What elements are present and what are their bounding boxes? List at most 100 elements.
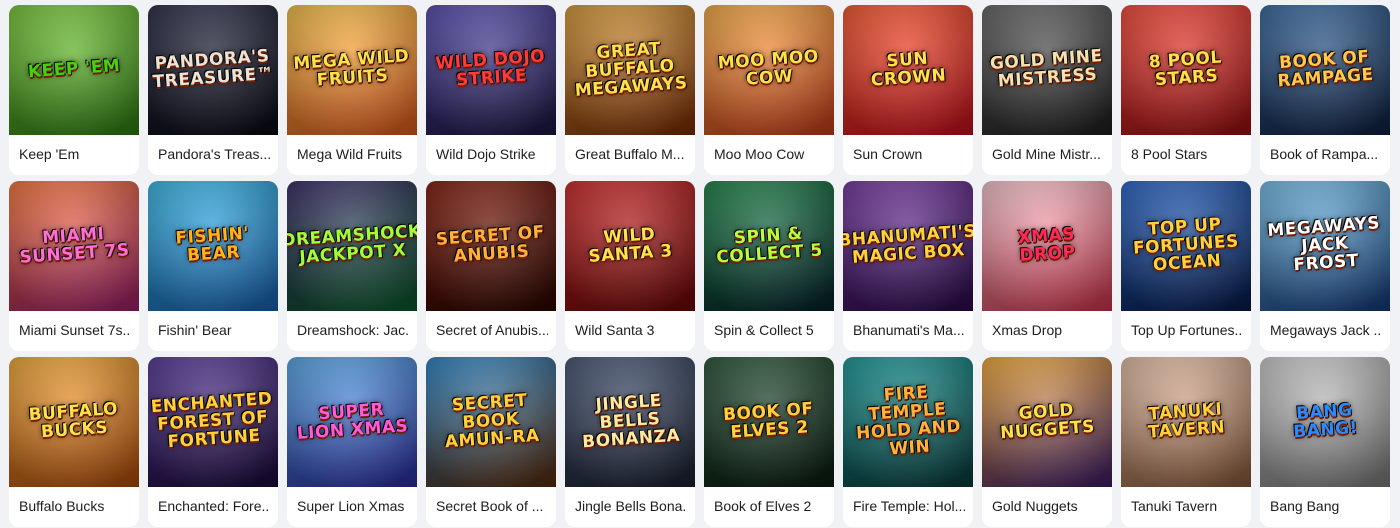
game-thumbnail[interactable]: GREAT BUFFALO MEGAWAYS [565,5,695,135]
game-thumbnail[interactable]: GOLD NUGGETS [982,357,1112,487]
game-logo: XMAS DROP [1016,224,1077,266]
game-card[interactable]: FISHIN' BEAR Fishin' Bear [148,181,278,351]
game-thumbnail[interactable]: SPIN & COLLECT 5 [704,181,834,311]
game-title[interactable]: Wild Santa 3 [575,322,687,338]
game-logo: SECRET BOOK AMUN-RA [444,390,541,453]
game-card[interactable]: KEEP 'EM Keep 'Em [9,5,139,175]
game-thumbnail[interactable]: GOLD MINE MISTRESS [982,5,1112,135]
game-card[interactable]: SUPER LION XMAS Super Lion Xmas [287,357,417,527]
game-thumbnail[interactable]: SUPER LION XMAS [287,357,417,487]
game-thumbnail[interactable]: JINGLE BELLS BONANZA [565,357,695,487]
game-card[interactable]: ENCHANTED FOREST OF FORTUNE Enchanted: Fo… [148,357,278,527]
game-card[interactable]: GREAT BUFFALO MEGAWAYS Great Buffalo M... [565,5,695,175]
game-logo: MEGA WILD FRUITS [292,46,410,91]
game-thumbnail[interactable]: TOP UP FORTUNES OCEAN [1121,181,1251,311]
game-card[interactable]: SECRET BOOK AMUN-RA Secret Book of ... [426,357,556,527]
game-thumbnail[interactable]: SUN CROWN [843,5,973,135]
game-title[interactable]: Book of Rampa... [1270,146,1382,162]
game-thumbnail[interactable]: XMAS DROP [982,181,1112,311]
game-title[interactable]: Bhanumati's Ma... [853,322,965,338]
game-card[interactable]: MEGAWAYS JACK FROST Megaways Jack ... [1260,181,1390,351]
game-card[interactable]: BOOK OF ELVES 2 Book of Elves 2 [704,357,834,527]
game-card[interactable]: BANG BANG! Bang Bang [1260,357,1390,527]
game-thumbnail[interactable]: MOO MOO COW [704,5,834,135]
game-thumbnail[interactable]: SECRET BOOK AMUN-RA [426,357,556,487]
game-logo: FIRE TEMPLE HOLD AND WIN [855,382,962,460]
game-title[interactable]: Pandora's Treas... [158,146,270,162]
game-title[interactable]: Xmas Drop [992,322,1104,338]
game-title[interactable]: Fire Temple: Hol... [853,498,965,514]
game-thumbnail[interactable]: BOOK OF ELVES 2 [704,357,834,487]
game-title[interactable]: Sun Crown [853,146,965,162]
game-card[interactable]: JINGLE BELLS BONANZA Jingle Bells Bona... [565,357,695,527]
game-card[interactable]: BHANUMATI'S MAGIC BOX Bhanumati's Ma... [843,181,973,351]
game-title[interactable]: Mega Wild Fruits [297,146,409,162]
game-card[interactable]: MIAMI SUNSET 7s Miami Sunset 7s... [9,181,139,351]
game-title[interactable]: Great Buffalo M... [575,146,687,162]
game-title[interactable]: Secret Book of ... [436,498,548,514]
game-title[interactable]: Buffalo Bucks [19,498,131,514]
game-card[interactable]: MEGA WILD FRUITS Mega Wild Fruits [287,5,417,175]
game-title[interactable]: Moo Moo Cow [714,146,826,162]
game-title[interactable]: Megaways Jack ... [1270,322,1382,338]
game-logo: WILD SANTA 3 [587,224,674,267]
game-card[interactable]: 8 POOL STARS 8 Pool Stars [1121,5,1251,175]
game-card[interactable]: WILD SANTA 3 Wild Santa 3 [565,181,695,351]
game-thumbnail[interactable]: SECRET OF ANUBIS [426,181,556,311]
game-card[interactable]: BOOK OF RAMPAGE Book of Rampa... [1260,5,1390,175]
game-card[interactable]: FIRE TEMPLE HOLD AND WIN Fire Temple: Hol… [843,357,973,527]
game-card[interactable]: SPIN & COLLECT 5 Spin & Collect 5 [704,181,834,351]
game-thumbnail[interactable]: WILD DOJO STRIKE [426,5,556,135]
game-thumbnail[interactable]: BHANUMATI'S MAGIC BOX [843,181,973,311]
game-thumbnail[interactable]: PANDORA'S TREASURE™ [148,5,278,135]
game-card[interactable]: GOLD NUGGETS Gold Nuggets [982,357,1112,527]
game-card[interactable]: SECRET OF ANUBIS Secret of Anubis... [426,181,556,351]
game-title[interactable]: Jingle Bells Bona... [575,498,687,514]
game-title[interactable]: Tanuki Tavern [1131,498,1243,514]
game-thumbnail[interactable]: FISHIN' BEAR [148,181,278,311]
game-thumbnail[interactable]: KEEP 'EM [9,5,139,135]
game-logo: BUFFALO BUCKS [28,399,119,443]
game-logo: MEGAWAYS JACK FROST [1266,213,1381,276]
game-thumbnail[interactable]: MIAMI SUNSET 7s [9,181,139,311]
game-thumbnail[interactable]: MEGAWAYS JACK FROST [1260,181,1390,311]
game-title[interactable]: Miami Sunset 7s... [19,322,131,338]
game-card[interactable]: GOLD MINE MISTRESS Gold Mine Mistr... [982,5,1112,175]
game-title[interactable]: Dreamshock: Jac... [297,322,409,338]
game-thumbnail[interactable]: TANUKI TAVERN [1121,357,1251,487]
game-logo: MOO MOO COW [717,46,820,90]
game-thumbnail[interactable]: MEGA WILD FRUITS [287,5,417,135]
game-title[interactable]: Book of Elves 2 [714,498,826,514]
game-thumbnail[interactable]: BOOK OF RAMPAGE [1260,5,1390,135]
game-card[interactable]: MOO MOO COW Moo Moo Cow [704,5,834,175]
game-title[interactable]: Wild Dojo Strike [436,146,548,162]
game-thumbnail[interactable]: DREAMSHOCK JACKPOT X [287,181,417,311]
game-thumbnail[interactable]: WILD SANTA 3 [565,181,695,311]
game-card[interactable]: SUN CROWN Sun Crown [843,5,973,175]
game-card[interactable]: XMAS DROP Xmas Drop [982,181,1112,351]
game-thumbnail[interactable]: ENCHANTED FOREST OF FORTUNE [148,357,278,487]
game-card[interactable]: BUFFALO BUCKS Buffalo Bucks [9,357,139,527]
game-title[interactable]: 8 Pool Stars [1131,146,1243,162]
game-title[interactable]: Gold Nuggets [992,498,1104,514]
game-title[interactable]: Super Lion Xmas [297,498,409,514]
game-title[interactable]: Secret of Anubis... [436,322,548,338]
game-title[interactable]: Gold Mine Mistr... [992,146,1104,162]
game-title[interactable]: Bang Bang [1270,498,1382,514]
game-logo: KEEP 'EM [27,55,121,83]
game-title[interactable]: Enchanted: Fore... [158,498,270,514]
game-thumbnail[interactable]: FIRE TEMPLE HOLD AND WIN [843,357,973,487]
game-logo: GREAT BUFFALO MEGAWAYS [574,39,689,101]
game-title[interactable]: Fishin' Bear [158,322,270,338]
game-card[interactable]: DREAMSHOCK JACKPOT X Dreamshock: Jac... [287,181,417,351]
game-card[interactable]: TOP UP FORTUNES OCEAN Top Up Fortunes... [1121,181,1251,351]
game-card[interactable]: WILD DOJO STRIKE Wild Dojo Strike [426,5,556,175]
game-card[interactable]: TANUKI TAVERN Tanuki Tavern [1121,357,1251,527]
game-title[interactable]: Spin & Collect 5 [714,322,826,338]
game-title[interactable]: Top Up Fortunes... [1131,322,1243,338]
game-thumbnail[interactable]: BANG BANG! [1260,357,1390,487]
game-thumbnail[interactable]: 8 POOL STARS [1121,5,1251,135]
game-card[interactable]: PANDORA'S TREASURE™ Pandora's Treas... [148,5,278,175]
game-thumbnail[interactable]: BUFFALO BUCKS [9,357,139,487]
game-title[interactable]: Keep 'Em [19,146,131,162]
